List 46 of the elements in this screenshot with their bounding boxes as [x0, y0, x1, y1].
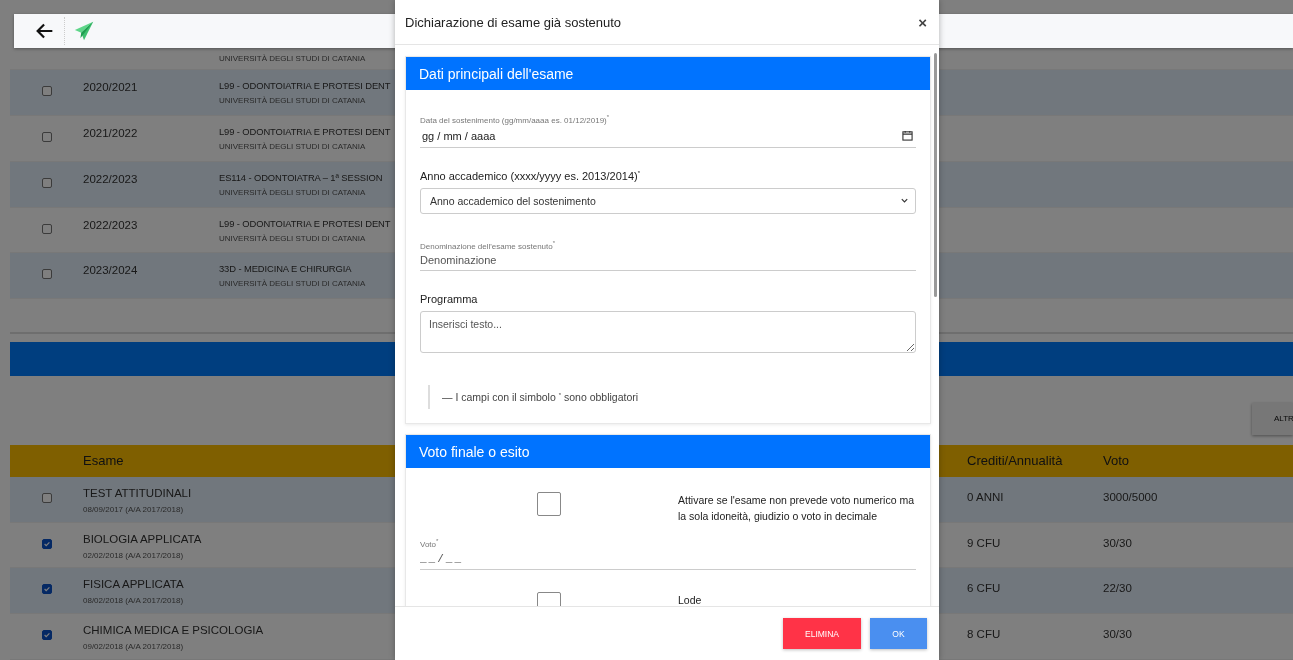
- grade-cell: 3000/5000: [1103, 490, 1158, 503]
- exam-date: 08/02/2018 (A/A 2017/2018): [83, 596, 184, 606]
- section-header: Dati principali dell'esame: [406, 57, 930, 90]
- university-name: UNIVERSITÀ DEGLI STUDI DI CATANIA: [219, 187, 366, 197]
- exam-date: 09/02/2018 (A/A 2017/2018): [83, 642, 184, 652]
- exam-date: 08/09/2017 (A/A 2017/2018): [83, 504, 184, 514]
- course-title: L99 - ODONTOIATRIA E PROTESI DENT: [219, 217, 391, 229]
- exam-name: BIOLOGIA APPLICATA: [83, 532, 202, 545]
- year-cell: 2021/2022: [83, 126, 138, 139]
- grade-cell: 22/30: [1103, 582, 1132, 595]
- exam-date: 02/02/2018 (A/A 2017/2018): [83, 550, 184, 560]
- credits-cell: 0 ANNI: [967, 490, 1004, 503]
- field-label: Denominazione dell'esame sostenuto$^{*}$: [420, 239, 557, 251]
- year-cell: 2022/2023: [83, 172, 138, 185]
- year-cell: 2023/2024: [83, 264, 138, 277]
- course-title: L99 - ODONTOIATRIA E PROTESI DENT: [219, 80, 391, 92]
- field-label: Voto$^{*}$: [420, 538, 440, 549]
- year-cell: 2022/2023: [83, 218, 138, 231]
- exam-name: FISICA APPLICATA: [83, 578, 184, 591]
- credits-cell: 8 CFU: [967, 628, 1001, 641]
- section-header: Voto finale o esito: [406, 435, 930, 469]
- column-header: Voto: [1103, 453, 1130, 469]
- university-name: UNIVERSITÀ DEGLI STUDI DI CATANIA: [219, 53, 366, 63]
- course-title: ES114 - ODONTOIATRA – 1ª SESSION: [219, 171, 383, 183]
- course-title: L99 - ODONTOIATRIA E PROTESI DENT: [219, 125, 391, 137]
- credits-cell: 9 CFU: [967, 536, 1001, 549]
- checkbox-label: Lode: [678, 592, 703, 606]
- field-label: Anno accademico (xxxx/yyyy es. 2013/2014)$^{*}$: [420, 169, 641, 182]
- column-header: Crediti/Annualità: [967, 453, 1063, 469]
- required-note: — I campi con il simbolo $^{*}$ sono obbligatori: [442, 391, 639, 404]
- column-header: Esame: [83, 453, 124, 469]
- exam-name: CHIMICA MEDICA E PSICOLOGIA: [83, 624, 264, 637]
- university-name: UNIVERSITÀ DEGLI STUDI DI CATANIA: [219, 279, 366, 289]
- grade-cell: 30/30: [1103, 628, 1132, 641]
- exam-name: TEST ATTITUDINALI: [83, 486, 192, 499]
- field-label: Data del sostenimento (gg/mm/aaaa es. 01/12/2019)$^{*}$: [420, 114, 611, 125]
- field-label: Programma: [420, 293, 479, 306]
- credits-cell: 6 CFU: [967, 582, 1001, 595]
- university-name: UNIVERSITÀ DEGLI STUDI DI CATANIA: [219, 96, 366, 106]
- university-name: UNIVERSITÀ DEGLI STUDI DI CATANIA: [219, 233, 366, 243]
- year-cell: 2020/2021: [83, 81, 138, 94]
- university-name: UNIVERSITÀ DEGLI STUDI DI CATANIA: [219, 141, 366, 151]
- dialog-title: Dichiarazione di esame già sostenuto: [405, 14, 622, 30]
- course-title: 33D - MEDICINA E CHIRURGIA: [219, 263, 352, 275]
- checkbox-label: Attivare se l'esame non prevede voto numerico ma la sola idoneità, giudizio o voto in decimale: [678, 493, 916, 525]
- grade-cell: 30/30: [1103, 536, 1132, 549]
